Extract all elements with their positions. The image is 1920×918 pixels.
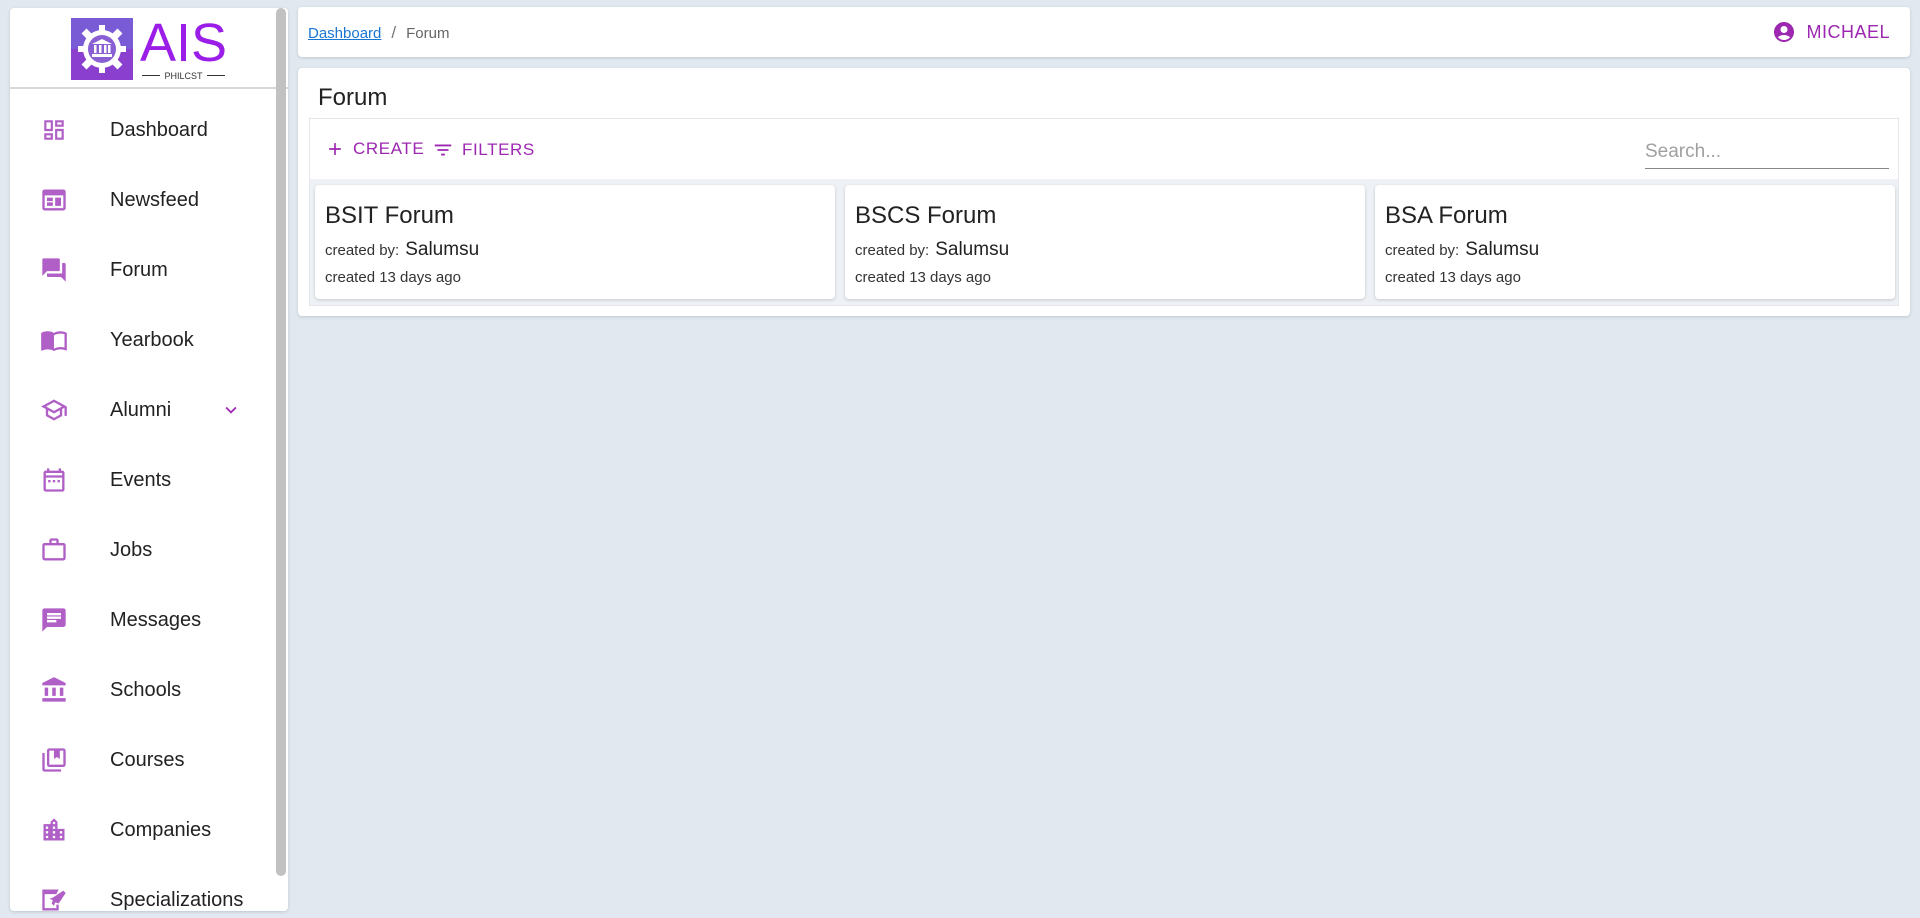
- sidebar-item-events[interactable]: Events: [10, 445, 288, 515]
- dashboard-icon: [40, 116, 68, 144]
- filter-icon: [434, 144, 452, 156]
- book-icon: [40, 326, 68, 354]
- forum-created-time: created 13 days ago: [1385, 269, 1521, 286]
- app-logo[interactable]: AIS PHILCST: [10, 8, 288, 89]
- breadcrumb-home-link[interactable]: Dashboard: [308, 25, 381, 42]
- calendar-icon: [40, 466, 68, 494]
- sidebar-item-label: Events: [110, 468, 172, 491]
- author-name: Salumsu: [1465, 239, 1540, 260]
- list-toolbar: CREATE FILTERS: [310, 119, 1898, 179]
- specialization-icon: [40, 886, 68, 911]
- forum-created-time: created 13 days ago: [325, 269, 461, 286]
- sidebar-item-courses[interactable]: Courses: [10, 725, 288, 795]
- sidebar-item-label: Dashboard: [110, 118, 208, 141]
- account-circle-icon: [1774, 22, 1795, 42]
- sidebar-item-label: Yearbook: [110, 328, 194, 351]
- user-name: MICHAEL: [1806, 21, 1890, 42]
- bank-icon: [40, 676, 68, 704]
- create-button-label: CREATE: [353, 139, 425, 158]
- sidebar-item-specializations[interactable]: Specializations: [10, 865, 288, 911]
- forum-title: BSA Forum: [1385, 202, 1508, 229]
- author-name: Salumsu: [935, 239, 1010, 260]
- sidebar-item-label: Specializations: [110, 888, 244, 911]
- newsfeed-icon: [40, 186, 68, 214]
- logo-title: AIS: [139, 12, 228, 73]
- forum-author: created by: Salumsu: [855, 239, 1009, 261]
- breadcrumb-separator: /: [391, 23, 397, 42]
- sidebar-item-newsfeed[interactable]: Newsfeed: [10, 165, 288, 235]
- sidebar-item-alumni[interactable]: Alumni: [10, 375, 288, 445]
- forum-icon: [40, 256, 68, 284]
- user-menu-button[interactable]: MICHAEL: [1772, 20, 1890, 44]
- sidebar-item-schools[interactable]: Schools: [10, 655, 288, 725]
- sidebar-item-messages[interactable]: Messages: [10, 585, 288, 655]
- sidebar-item-label: Alumni: [110, 398, 172, 421]
- created-by-label: created by:: [1385, 242, 1460, 259]
- forum-cards: BSIT Forum created by: Salumsu created 1…: [315, 185, 1895, 299]
- sidebar-item-label: Companies: [110, 818, 212, 841]
- sidebar-item-label: Messages: [110, 608, 202, 631]
- message-icon: [40, 606, 68, 634]
- sidebar-nav: Dashboard Newsfeed Forum Yearbook Alumni: [10, 89, 288, 911]
- sidebar-item-dashboard[interactable]: Dashboard: [10, 95, 288, 165]
- gear-bank-logo-icon: [70, 17, 133, 80]
- create-button[interactable]: CREATE: [325, 139, 424, 159]
- sidebar-item-jobs[interactable]: Jobs: [10, 515, 288, 585]
- library-icon: [40, 746, 68, 774]
- sidebar-item-companies[interactable]: Companies: [10, 795, 288, 865]
- sidebar-item-label: Courses: [110, 748, 185, 771]
- chevron-down-icon[interactable]: [220, 399, 242, 426]
- forum-author: created by: Salumsu: [325, 239, 479, 261]
- filters-button[interactable]: FILTERS: [432, 139, 535, 161]
- author-name: Salumsu: [405, 239, 480, 260]
- page-title: Forum: [318, 84, 388, 111]
- forum-list-container: CREATE FILTERS BSIT Forum created by: Sa…: [309, 118, 1899, 306]
- created-by-label: created by:: [855, 242, 930, 259]
- sidebar-item-yearbook[interactable]: Yearbook: [10, 305, 288, 375]
- forum-card-bsit[interactable]: BSIT Forum created by: Salumsu created 1…: [315, 185, 835, 299]
- sidebar-item-label: Newsfeed: [110, 188, 199, 211]
- graduation-cap-icon: [40, 396, 68, 424]
- forum-title: BSIT Forum: [325, 202, 454, 229]
- logo-subtitle: PHILCST: [142, 70, 225, 81]
- forum-title: BSCS Forum: [855, 202, 997, 229]
- logo-subtitle-text: PHILCST: [164, 70, 203, 81]
- sidebar-item-forum[interactable]: Forum: [10, 235, 288, 305]
- plus-icon: [329, 143, 341, 155]
- forum-panel: Forum CREATE FILTERS BSIT Forum created …: [298, 68, 1910, 316]
- filters-button-label: FILTERS: [462, 140, 535, 159]
- created-by-label: created by:: [325, 242, 400, 259]
- sidebar-item-label: Schools: [110, 678, 182, 701]
- forum-card-bsa[interactable]: BSA Forum created by: Salumsu created 13…: [1375, 185, 1895, 299]
- forum-author: created by: Salumsu: [1385, 239, 1539, 261]
- breadcrumb: Dashboard / Forum: [308, 23, 449, 43]
- forum-created-time: created 13 days ago: [855, 269, 991, 286]
- breadcrumb-current: Forum: [406, 24, 450, 42]
- sidebar-item-label: Jobs: [110, 538, 153, 561]
- forum-card-bscs[interactable]: BSCS Forum created by: Salumsu created 1…: [845, 185, 1365, 299]
- briefcase-icon: [40, 536, 68, 564]
- search-input[interactable]: [1645, 135, 1889, 169]
- sidebar-item-label: Forum: [110, 258, 168, 281]
- sidebar: AIS PHILCST Dashboard Newsfeed Forum Yea…: [10, 8, 288, 911]
- building-icon: [40, 816, 68, 844]
- top-bar: Dashboard / Forum MICHAEL: [298, 7, 1910, 57]
- sidebar-scrollbar[interactable]: [276, 8, 286, 876]
